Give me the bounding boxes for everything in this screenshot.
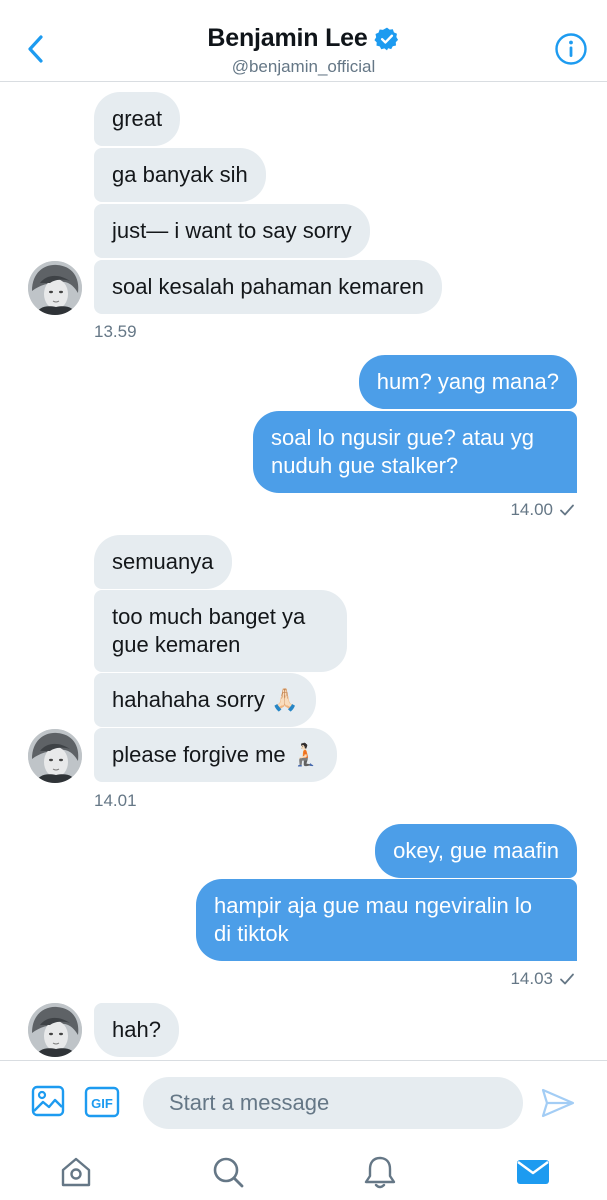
message-incoming[interactable]: ga banyak sih [94,148,266,202]
checkmark-icon [560,504,574,516]
message-incoming[interactable]: just— i want to say sorry [94,204,370,258]
tab-notifications[interactable] [362,1154,398,1190]
message-input[interactable] [143,1077,523,1129]
message-status: 14.03 [510,969,575,989]
message-timestamp: 14.00 [510,500,553,519]
verified-badge-icon [374,27,398,50]
message-incoming[interactable]: soal kesalah pahaman kemaren [94,260,442,314]
message-line: hampir aja gue mau ngeviralin lo [214,893,532,918]
image-icon [31,1085,65,1117]
add-photo-button[interactable] [30,1083,66,1119]
avatar-photo [28,729,82,783]
notifications-icon [364,1156,396,1189]
message-incoming[interactable]: semuanya [94,535,232,589]
message-status: 14.00 [510,500,575,520]
tab-home[interactable] [58,1154,94,1190]
bottom-tab-bar [0,1142,607,1200]
contact-handle: @benjamin_official [231,57,376,76]
message-line: gue kemaren [112,632,241,657]
search-icon [213,1157,244,1188]
home-icon [61,1157,91,1187]
send-icon [541,1088,575,1118]
message-list[interactable]: great ga banyak sih just— i want to say … [0,82,607,1060]
avatar[interactable] [28,1003,82,1057]
conversation-header: Benjamin Lee @benjamin_official [0,0,607,82]
tab-search[interactable] [210,1154,246,1190]
avatar-photo [28,261,82,315]
message-timestamp: 13.59 [94,322,137,341]
message-timestamp: 14.03 [510,969,553,988]
conversation-info-button[interactable] [553,31,589,67]
message-line: nuduh gue stalker? [271,453,459,478]
contact-name: Benjamin Lee [207,24,368,52]
message-outgoing[interactable]: okey, gue maafin [375,824,577,878]
avatar[interactable] [28,261,82,315]
message-incoming[interactable]: please forgive me 🧎🏻 [94,728,338,782]
message-line: di tiktok [214,921,289,946]
message-outgoing[interactable]: hampir aja gue mau ngeviralin lo di tikt… [196,879,577,961]
message-outgoing[interactable]: soal lo ngusir gue? atau yg nuduh gue st… [253,411,577,493]
gif-icon: GIF [84,1086,120,1118]
dm-conversation-screen: Benjamin Lee @benjamin_official great ga… [0,0,607,1200]
messages-icon [517,1160,549,1184]
send-button[interactable] [540,1085,576,1121]
gif-label: GIF [91,1096,113,1111]
add-gif-button[interactable]: GIF [84,1085,120,1119]
message-line: too much banget ya [112,604,306,629]
message-incoming[interactable]: great [94,92,181,146]
message-incoming[interactable]: hahahaha sorry 🙏🏻 [94,673,317,727]
checkmark-icon [560,973,574,985]
message-line: soal lo ngusir gue? atau yg [271,425,534,450]
message-incoming[interactable]: too much banget ya gue kemaren [94,590,347,672]
message-timestamp: 14.01 [94,791,137,810]
avatar[interactable] [28,729,82,783]
message-outgoing[interactable]: hum? yang mana? [358,355,577,409]
conversation-title[interactable]: Benjamin Lee @benjamin_official [0,24,607,77]
avatar-photo [28,1003,82,1057]
tab-messages[interactable] [515,1154,551,1190]
message-composer: GIF [0,1060,607,1142]
info-icon [555,33,587,65]
message-incoming[interactable]: hah? [94,1003,179,1057]
